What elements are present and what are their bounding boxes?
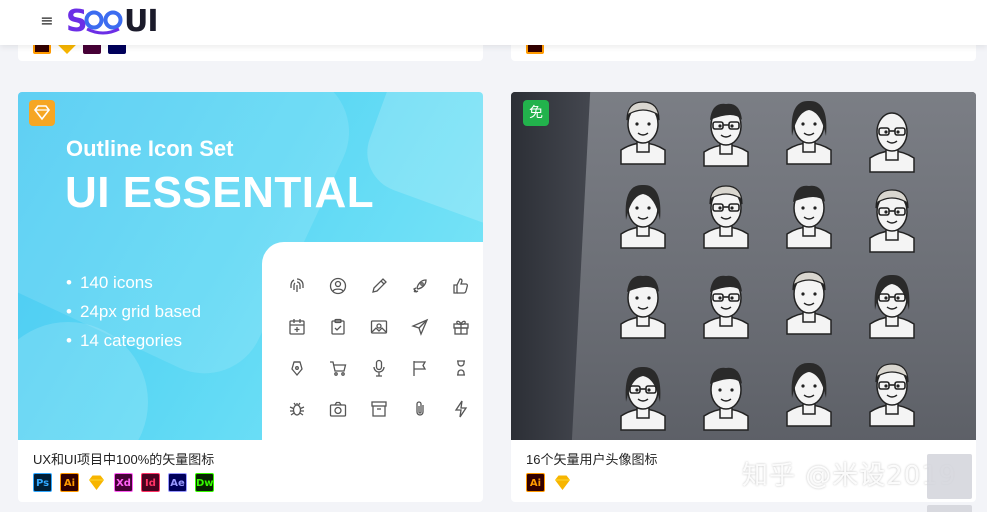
software-badges: Ps Ai Xd Id Ae Dw xyxy=(33,473,214,492)
sketch-badge xyxy=(553,473,572,492)
hamburger-menu-icon[interactable]: ≡ xyxy=(38,10,56,32)
feature-item: 140 icons xyxy=(66,268,201,297)
feature-item: 14 categories xyxy=(66,326,201,355)
card-thumbnail[interactable]: 免 xyxy=(511,92,976,440)
svg-text:S: S xyxy=(66,4,87,38)
clipboard-check-icon xyxy=(330,318,345,335)
bug-icon xyxy=(289,402,304,416)
zhihu-watermark: 知乎 @米设2019 xyxy=(742,461,957,491)
icon-preview-panel xyxy=(262,242,483,440)
illustrator-badge: Ai xyxy=(526,473,545,492)
user-circle-icon xyxy=(329,277,346,294)
rocket-icon xyxy=(412,278,427,293)
avatar-grid xyxy=(620,100,915,431)
flag-icon xyxy=(412,360,426,376)
scroll-top-button[interactable] xyxy=(927,454,972,499)
fingerprint-icon xyxy=(289,277,304,292)
sketch-badge xyxy=(87,473,106,492)
site-logo[interactable]: S UI xyxy=(66,3,166,39)
software-badges: Ai xyxy=(526,473,572,492)
resource-card[interactable]: Outline Icon Set UI ESSENTIAL 140 icons … xyxy=(18,92,483,502)
photoshop-badge: Ps xyxy=(33,473,52,492)
free-label-badge: 免 xyxy=(523,100,549,126)
send-icon xyxy=(410,318,428,336)
shopping-cart-icon xyxy=(329,360,346,376)
top-header: ≡ S UI xyxy=(0,0,987,45)
calendar-add-icon xyxy=(288,318,305,335)
thumbs-up-icon xyxy=(452,277,468,294)
hourglass-icon xyxy=(456,359,465,376)
card-title[interactable]: 16个矢量用户头像图标 xyxy=(526,449,657,468)
sketch-diamond-icon xyxy=(29,100,55,126)
gift-icon xyxy=(452,320,469,335)
microphone-icon xyxy=(372,359,385,377)
lightning-icon xyxy=(454,400,467,417)
thumbnail-subtitle: Outline Icon Set xyxy=(66,136,234,161)
pen-tool-icon xyxy=(290,360,303,376)
svg-text:UI: UI xyxy=(124,4,158,38)
thumbnail-heading: UI ESSENTIAL xyxy=(65,168,375,217)
feature-item: 24px grid based xyxy=(66,297,201,326)
xd-badge: Xd xyxy=(114,473,133,492)
card-thumbnail[interactable]: Outline Icon Set UI ESSENTIAL 140 icons … xyxy=(18,92,483,440)
side-action-button[interactable] xyxy=(927,505,972,512)
after-effects-badge: Ae xyxy=(168,473,187,492)
icon-grid xyxy=(276,264,481,428)
camera-icon xyxy=(329,401,346,417)
illustrator-badge: Ai xyxy=(60,473,79,492)
paperclip-icon xyxy=(415,400,424,416)
dreamweaver-badge: Dw xyxy=(195,473,214,492)
indesign-badge: Id xyxy=(141,473,160,492)
archive-box-icon xyxy=(370,400,387,417)
feature-list: 140 icons 24px grid based 14 categories xyxy=(66,268,201,355)
logo-mark: S UI xyxy=(66,4,159,38)
decor-shape xyxy=(356,92,483,238)
image-icon xyxy=(370,319,387,334)
resource-card[interactable]: 免 16个矢量用户头像图标 Ai xyxy=(511,92,976,502)
card-title[interactable]: UX和UI项目中100%的矢量图标 xyxy=(33,449,214,468)
pencil-icon xyxy=(371,277,387,293)
